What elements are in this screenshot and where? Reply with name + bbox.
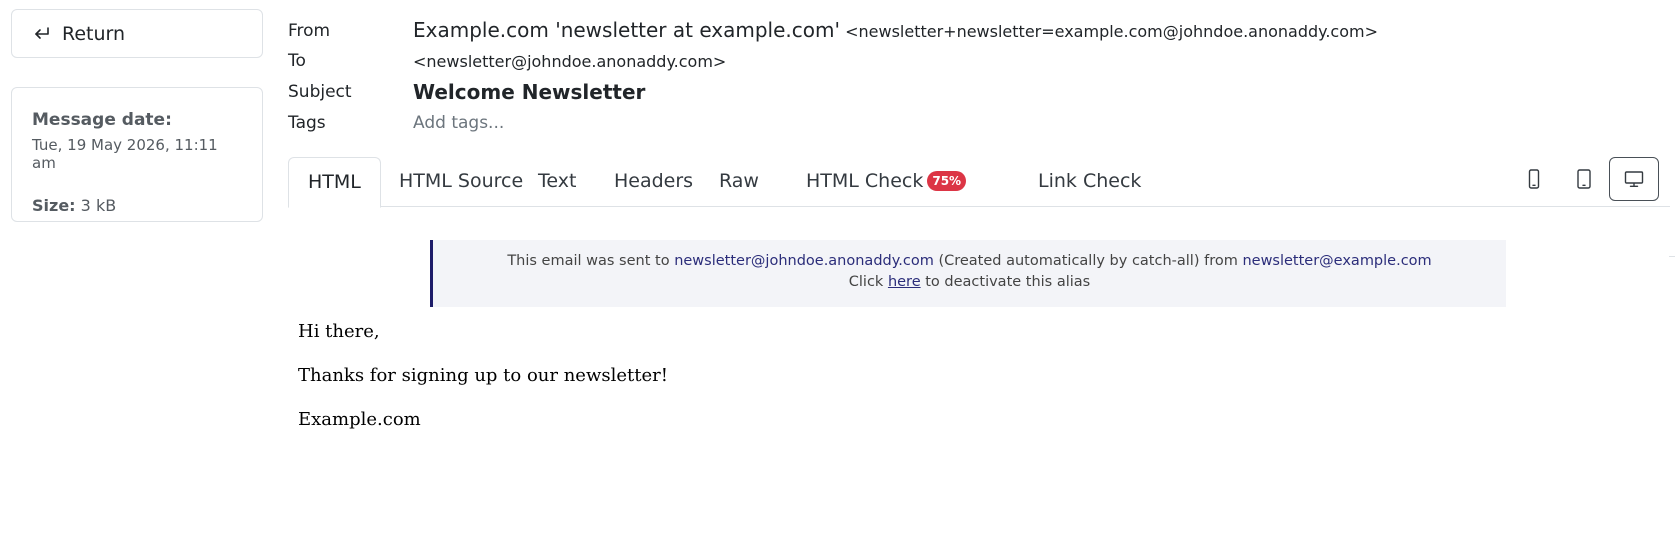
from-address: <newsletter+newsletter=example.com@johnd… — [845, 22, 1378, 41]
from-name: Example.com 'newsletter at example.com' — [413, 18, 840, 42]
notice-line2-prefix: Click — [848, 274, 884, 290]
size-value: 3 kB — [80, 196, 117, 215]
return-arrow-icon — [35, 26, 49, 39]
tab-link-check-label: Link Check — [1038, 170, 1142, 192]
email-signature: Example.com — [298, 409, 421, 430]
to-label: To — [288, 51, 306, 71]
tags-input[interactable]: Add tags... — [413, 113, 504, 133]
tab-html-source-label: HTML Source — [399, 170, 524, 192]
preview-edge — [1669, 256, 1675, 257]
subject-label: Subject — [288, 82, 352, 102]
tablet-view-button[interactable] — [1560, 157, 1608, 201]
message-date-label: Message date: — [32, 110, 172, 130]
from-value: Example.com 'newsletter at example.com' … — [413, 18, 1378, 42]
tab-headers[interactable]: Headers — [595, 157, 712, 207]
tab-html-check-label: HTML Check — [806, 170, 924, 192]
notice-sender-address: newsletter@example.com — [1242, 253, 1432, 269]
notice-line-2: Click here to deactivate this alias — [433, 272, 1506, 293]
tags-label: Tags — [288, 113, 326, 133]
desktop-view-button[interactable] — [1609, 157, 1659, 201]
email-greeting: Hi there, — [298, 321, 380, 342]
to-address: <newsletter@johndoe.anonaddy.com> — [413, 52, 727, 71]
tab-html[interactable]: HTML — [288, 157, 381, 208]
message-date-value: Tue, 19 May 2026, 11:11 am — [32, 136, 218, 172]
subject-value: Welcome Newsletter — [413, 80, 646, 104]
mobile-view-button[interactable] — [1510, 157, 1558, 201]
tab-headers-label: Headers — [614, 170, 694, 192]
notice-alias-address: newsletter@johndoe.anonaddy.com — [674, 253, 934, 269]
tab-raw[interactable]: Raw — [700, 157, 778, 207]
notice-middle: (Created automatically by catch-all) fro… — [938, 253, 1238, 269]
email-message: Thanks for signing up to our newsletter! — [298, 365, 668, 386]
tab-html-label: HTML — [308, 171, 361, 193]
message-info-card: Message date: Tue, 19 May 2026, 11:11 am… — [11, 87, 263, 222]
tab-text[interactable]: Text — [519, 157, 595, 207]
tab-html-check[interactable]: HTML Check 75% — [787, 157, 985, 207]
notice-line2-suffix: to deactivate this alias — [925, 274, 1091, 290]
alias-notice-banner: This email was sent to newsletter@johndo… — [430, 240, 1506, 307]
view-tabs: HTML HTML Source Text Headers Raw HTML C… — [288, 157, 1670, 208]
from-label: From — [288, 21, 331, 41]
deactivate-alias-link[interactable]: here — [888, 274, 921, 290]
tab-link-check[interactable]: Link Check — [1019, 157, 1160, 207]
tab-html-source[interactable]: HTML Source — [380, 157, 542, 207]
desktop-monitor-icon — [1624, 171, 1644, 187]
size-label: Size: — [32, 196, 76, 215]
html-check-score-badge: 75% — [927, 170, 967, 191]
tablet-icon — [1577, 169, 1591, 189]
tab-raw-label: Raw — [719, 170, 759, 192]
mobile-phone-icon — [1528, 169, 1540, 189]
notice-line-1: This email was sent to newsletter@johndo… — [433, 251, 1506, 272]
message-size: Size: 3 kB — [32, 196, 242, 215]
return-button[interactable]: Return — [11, 9, 263, 58]
notice-prefix: This email was sent to — [507, 253, 670, 269]
tab-text-label: Text — [538, 170, 577, 192]
return-label: Return — [62, 22, 126, 45]
